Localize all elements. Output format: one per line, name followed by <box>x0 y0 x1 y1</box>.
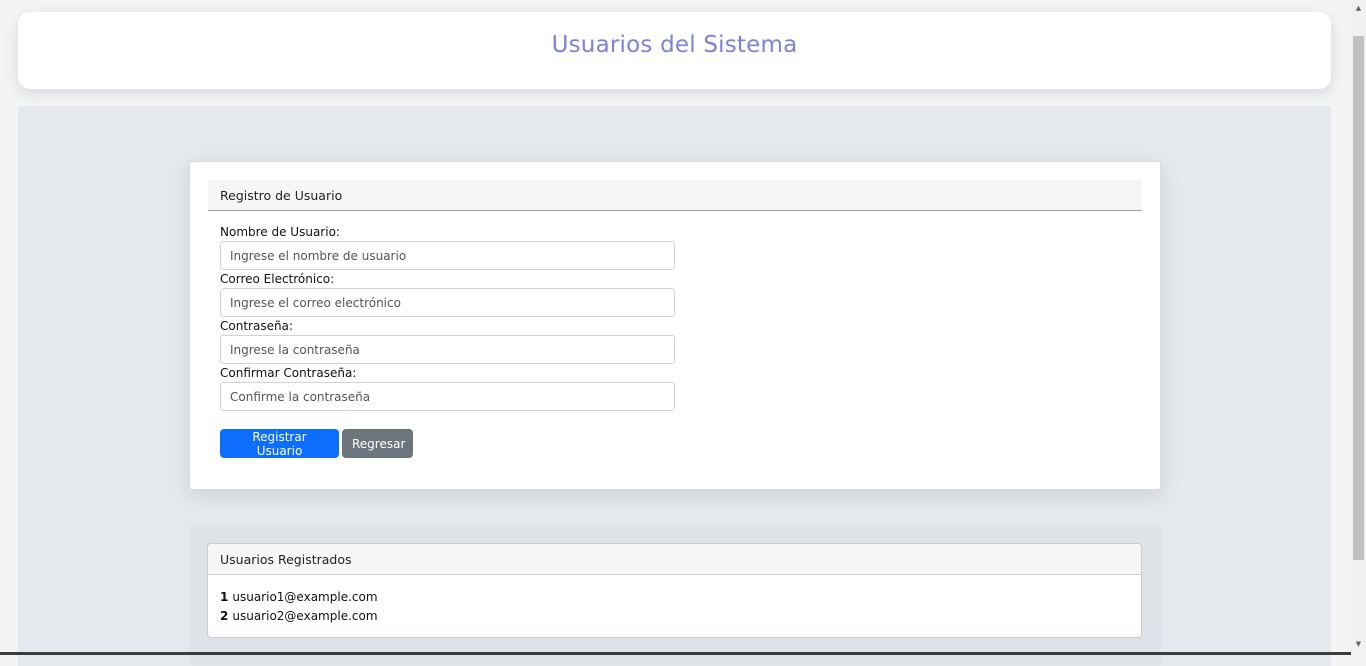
user-email: usuario2@example.com <box>232 609 378 623</box>
register-card: Registro de Usuario Nombre de Usuario: C… <box>189 161 1161 490</box>
username-input[interactable] <box>220 241 675 270</box>
scroll-up-icon[interactable]: ▲ <box>1351 0 1366 16</box>
list-item: 1 usuario1@example.com <box>220 588 1129 607</box>
users-card: Usuarios Registrados 1 usuario1@example.c… <box>207 543 1142 638</box>
users-list: 1 usuario1@example.com 2 usuario2@example.… <box>208 575 1141 626</box>
email-input[interactable] <box>220 288 675 317</box>
page-header: Usuarios del Sistema <box>18 12 1331 89</box>
register-user-button[interactable]: Registrar Usuario <box>220 429 339 458</box>
password-input[interactable] <box>220 335 675 364</box>
user-id: 2 <box>220 609 229 623</box>
register-card-header: Registro de Usuario <box>208 180 1142 211</box>
confirm-password-input[interactable] <box>220 382 675 411</box>
users-card-header: Usuarios Registrados <box>208 544 1141 575</box>
user-email: usuario1@example.com <box>232 590 378 604</box>
back-button[interactable]: Regresar <box>342 429 413 458</box>
vertical-scrollbar[interactable]: ▲ ▼ <box>1351 0 1366 655</box>
user-id: 1 <box>220 590 229 604</box>
email-label: Correo Electrónico: <box>220 272 335 286</box>
password-label: Contraseña: <box>220 319 293 333</box>
confirm-password-label: Confirmar Contraseña: <box>220 366 357 380</box>
scrollbar-thumb[interactable] <box>1353 36 1364 560</box>
username-label: Nombre de Usuario: <box>220 225 340 239</box>
page-title: Usuarios del Sistema <box>551 31 798 58</box>
list-item: 2 usuario2@example.com <box>220 607 1129 626</box>
scroll-down-icon[interactable]: ▼ <box>1351 636 1366 652</box>
